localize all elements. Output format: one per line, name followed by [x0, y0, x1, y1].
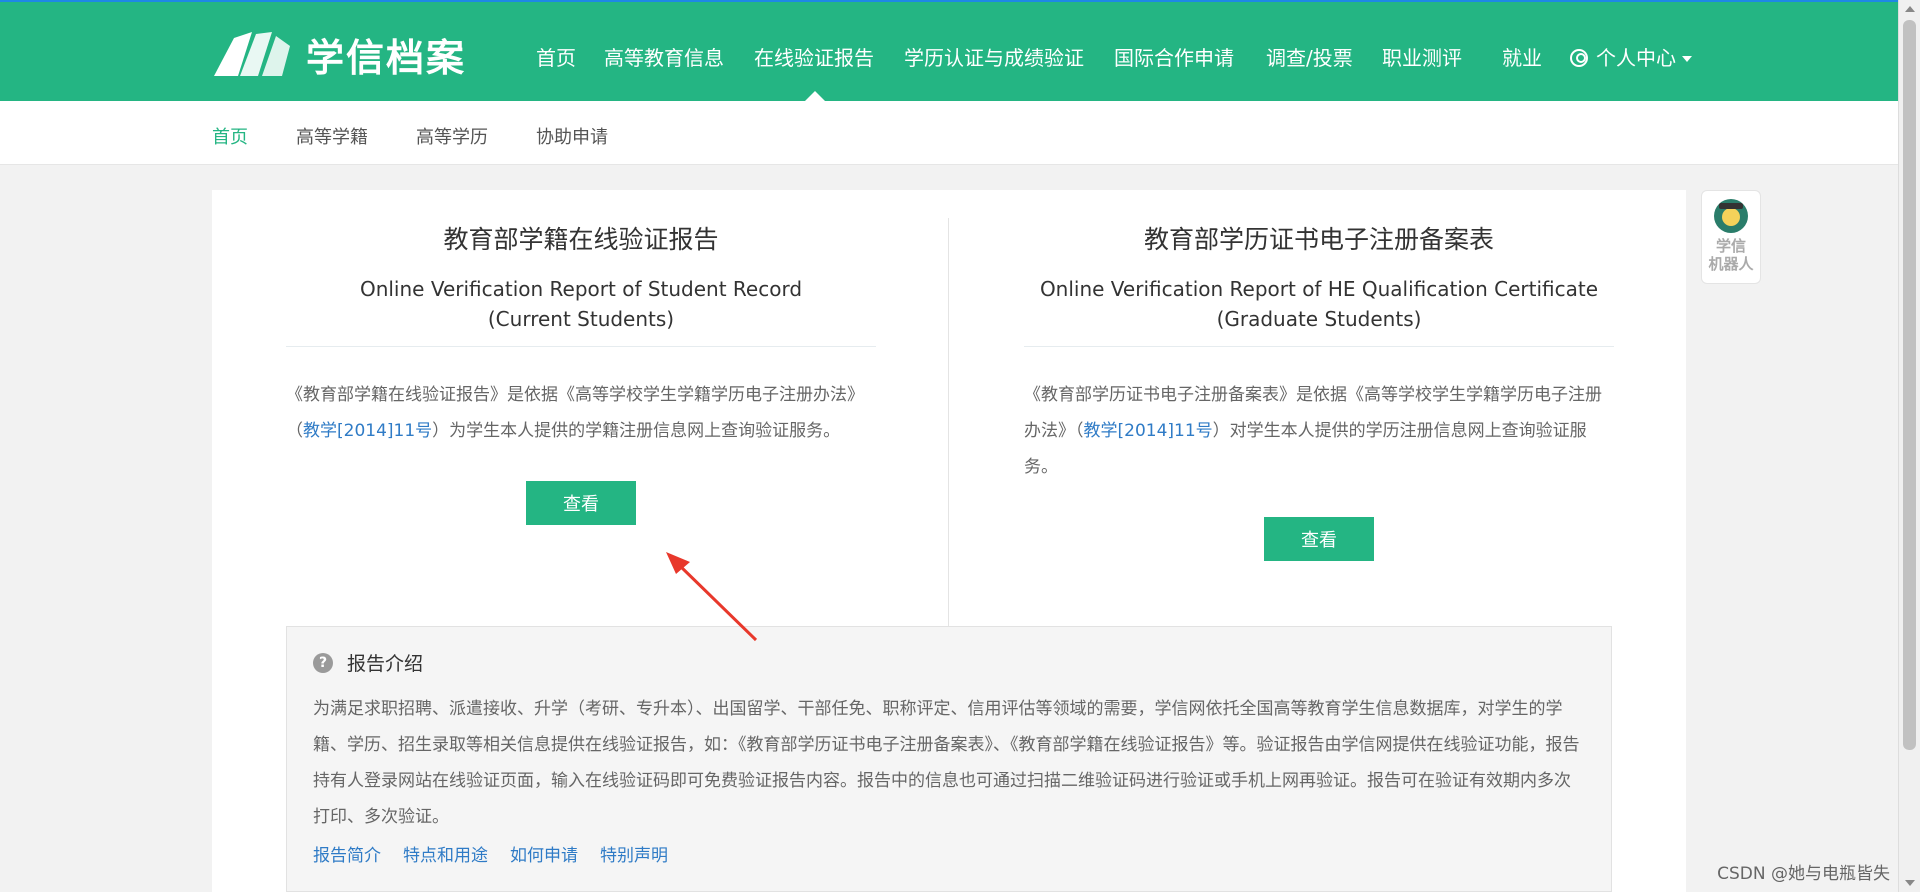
subnav-home[interactable]: 首页 [212, 123, 248, 149]
report-intro-links: 报告简介 特点和用途 如何申请 特别声明 [313, 841, 668, 866]
report-intro-box: ? 报告介绍 为满足求职招聘、派遣接收、升学（考研、专升本）、出国留学、干部任免… [286, 626, 1612, 892]
nav-online-verification[interactable]: 在线验证报告 [754, 42, 874, 71]
page-scrollbar[interactable] [1898, 0, 1920, 892]
verification-report-card: 教育部学籍在线验证报告 Online Verification Report o… [212, 190, 1686, 892]
nav-international[interactable]: 国际合作申请 [1114, 42, 1234, 71]
robot-label-line1: 学信 [1715, 237, 1746, 255]
degree-certificate-en-line2: (Graduate Students) [1216, 307, 1422, 331]
report-intro-text: 为满足求职招聘、派遣接收、升学（考研、专升本）、出国留学、干部任免、职称评定、信… [313, 699, 1580, 827]
nav-employment[interactable]: 就业 [1502, 42, 1542, 71]
sub-nav: 首页 高等学籍 高等学历 协助申请 [0, 101, 1898, 165]
link-features-uses[interactable]: 特点和用途 [403, 841, 488, 866]
report-intro-header: ? 报告介绍 [313, 649, 423, 676]
nav-degree-certification[interactable]: 学历认证与成绩验证 [904, 42, 1084, 71]
student-record-panel: 教育部学籍在线验证报告 Online Verification Report o… [286, 190, 876, 525]
logo-icon [214, 32, 290, 76]
link-special-statement[interactable]: 特别声明 [600, 841, 668, 866]
student-record-view-button[interactable]: 查看 [526, 481, 636, 525]
subnav-student-record[interactable]: 高等学籍 [296, 123, 368, 149]
user-icon [1570, 49, 1588, 67]
user-center-menu[interactable]: 个人中心 [1570, 42, 1692, 71]
student-record-en-line1: Online Verification Report of Student Re… [359, 277, 803, 301]
robot-avatar-icon [1714, 199, 1748, 233]
nav-higher-edu-info[interactable]: 高等教育信息 [604, 42, 724, 71]
student-record-en-line2: (Current Students) [487, 307, 675, 331]
scroll-down-icon[interactable] [1905, 880, 1915, 886]
robot-assistant[interactable]: 学信 机器人 [1701, 190, 1761, 284]
nav-home[interactable]: 首页 [536, 42, 576, 71]
nav-survey[interactable]: 调查/投票 [1266, 42, 1353, 71]
chevron-down-icon [1682, 56, 1692, 62]
link-report-summary[interactable]: 报告简介 [313, 841, 381, 866]
degree-certificate-regulation-link[interactable]: 教学[2014]11号 [1084, 421, 1213, 441]
robot-label-line2: 机器人 [1708, 255, 1754, 273]
annotation-arrow-icon [666, 552, 758, 642]
scroll-thumb[interactable] [1903, 20, 1916, 750]
logo-text: 学信档案 [306, 35, 467, 80]
subnav-degree-record[interactable]: 高等学历 [416, 123, 488, 149]
student-record-description: 《教育部学籍在线验证报告》是依据《高等学校学生学籍学历电子注册办法》（教学[20… [286, 377, 876, 449]
csdn-watermark: CSDN @她与电瓶皆失 [1717, 864, 1890, 884]
degree-certificate-en-line1: Online Verification Report of HE Qualifi… [1039, 277, 1599, 301]
student-record-desc-post: ）为学生本人提供的学籍注册信息网上查询验证服务。 [432, 421, 841, 441]
degree-certificate-view-button[interactable]: 查看 [1264, 517, 1374, 561]
degree-certificate-panel: 教育部学历证书电子注册备案表 Online Verification Repor… [1024, 190, 1614, 561]
top-header: 学信档案 首页 高等教育信息 在线验证报告 学历认证与成绩验证 国际合作申请 调… [0, 0, 1898, 101]
link-how-to-apply[interactable]: 如何申请 [510, 841, 578, 866]
student-record-regulation-link[interactable]: 教学[2014]11号 [303, 421, 432, 441]
degree-certificate-en-title: Online Verification Report of HE Qualifi… [1024, 274, 1614, 347]
subnav-assist-apply[interactable]: 协助申请 [536, 123, 608, 149]
site-logo[interactable]: 学信档案 [212, 28, 466, 80]
question-icon: ? [313, 652, 333, 673]
scroll-up-icon[interactable] [1905, 6, 1915, 12]
nav-career-test[interactable]: 职业测评 [1382, 42, 1462, 71]
degree-certificate-description: 《教育部学历证书电子注册备案表》是依据《高等学校学生学籍学历电子注册办法》（教学… [1024, 377, 1614, 485]
student-record-title: 教育部学籍在线验证报告 [443, 225, 719, 254]
user-center-label: 个人中心 [1596, 46, 1676, 70]
degree-certificate-title: 教育部学历证书电子注册备案表 [1143, 225, 1494, 254]
report-intro-title: 报告介绍 [347, 653, 424, 675]
student-record-en-title: Online Verification Report of Student Re… [286, 274, 876, 347]
